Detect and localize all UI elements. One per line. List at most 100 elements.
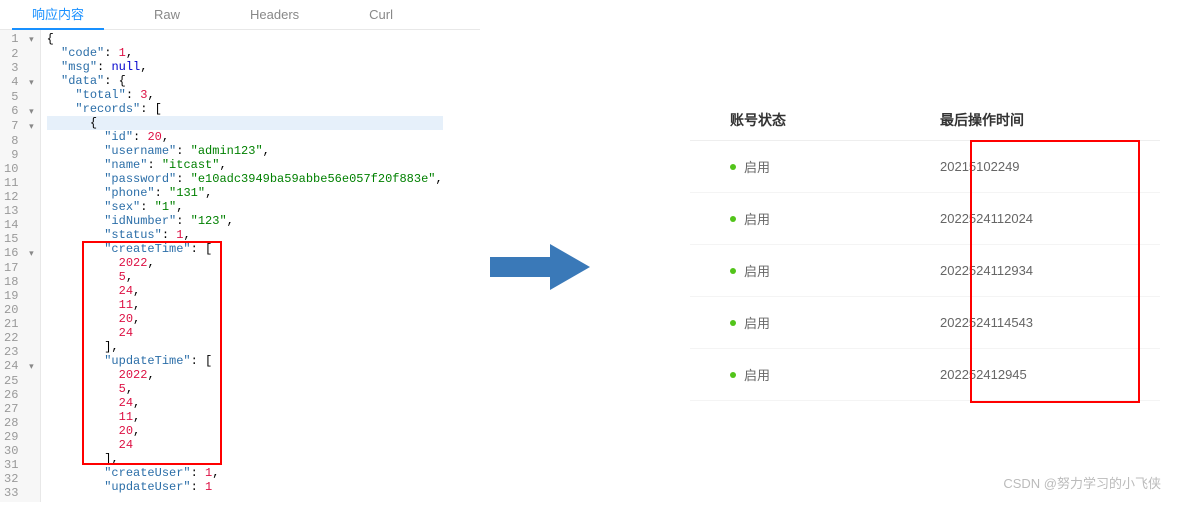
status-label: 启用: [744, 365, 770, 384]
status-dot-icon: [730, 164, 736, 170]
csdn-watermark: CSDN @努力学习的小飞侠: [1003, 473, 1161, 492]
code-line: "updateTime": [: [47, 354, 443, 368]
status-dot-icon: [730, 268, 736, 274]
json-viewer: 1 ▾2 3 4 ▾5 6 ▾7 ▾8 9 10 11 12 13 14 15 …: [0, 30, 480, 502]
code-line: "name": "itcast",: [47, 158, 443, 172]
code-line: 5,: [47, 382, 443, 396]
code-line: "phone": "131",: [47, 186, 443, 200]
cell-status: 启用: [690, 313, 930, 332]
status-label: 启用: [744, 313, 770, 332]
line-number: 10: [4, 162, 34, 176]
tab-curl[interactable]: Curl: [349, 7, 413, 22]
line-number: 23: [4, 345, 34, 359]
line-number: 26: [4, 388, 34, 402]
cell-time: 2022524114543: [930, 315, 1160, 330]
status-label: 启用: [744, 157, 770, 176]
code-line: "code": 1,: [47, 46, 443, 60]
line-number: 12: [4, 190, 34, 204]
code-line: "msg": null,: [47, 60, 443, 74]
json-code[interactable]: { "code": 1, "msg": null, "data": { "tot…: [41, 30, 443, 502]
result-table-panel: 账号状态 最后操作时间 启用 20215102249 启用 2022524112…: [690, 100, 1160, 401]
table-header: 账号状态 最后操作时间: [690, 100, 1160, 141]
cell-status: 启用: [690, 261, 930, 280]
code-line: 24,: [47, 396, 443, 410]
line-number: 6 ▾: [4, 104, 34, 119]
line-number: 4 ▾: [4, 75, 34, 90]
code-line: 11,: [47, 298, 443, 312]
line-number: 1 ▾: [4, 32, 34, 47]
line-number: 25: [4, 374, 34, 388]
code-line: 20,: [47, 312, 443, 326]
table-row[interactable]: 启用 20215102249: [690, 141, 1160, 193]
status-dot-icon: [730, 320, 736, 326]
code-line: 20,: [47, 424, 443, 438]
line-number: 17: [4, 261, 34, 275]
result-table: 账号状态 最后操作时间 启用 20215102249 启用 2022524112…: [690, 100, 1160, 401]
line-number: 3: [4, 61, 34, 75]
code-line: "id": 20,: [47, 130, 443, 144]
line-number: 7 ▾: [4, 119, 34, 134]
code-line: {: [47, 32, 443, 46]
code-line: "username": "admin123",: [47, 144, 443, 158]
code-line: "createTime": [: [47, 242, 443, 256]
line-number: 28: [4, 416, 34, 430]
code-line: ],: [47, 340, 443, 354]
code-line: "createUser": 1,: [47, 466, 443, 480]
code-line: "sex": "1",: [47, 200, 443, 214]
line-number: 33: [4, 486, 34, 500]
code-line: 24: [47, 438, 443, 452]
tab-headers[interactable]: Headers: [230, 7, 319, 22]
response-panel: 响应内容 Raw Headers Curl 1 ▾2 3 4 ▾5 6 ▾7 ▾…: [0, 0, 480, 480]
cell-time: 202252412945: [930, 367, 1160, 382]
tab-response-body[interactable]: 响应内容: [12, 0, 104, 30]
code-line: "password": "e10adc3949ba59abbe56e057f20…: [47, 172, 443, 186]
status-dot-icon: [730, 216, 736, 222]
table-row[interactable]: 启用 202252412945: [690, 349, 1160, 401]
status-label: 启用: [744, 261, 770, 280]
line-number: 29: [4, 430, 34, 444]
code-line: "updateUser": 1: [47, 480, 443, 494]
code-line: 11,: [47, 410, 443, 424]
code-line: "status": 1,: [47, 228, 443, 242]
code-line: "total": 3,: [47, 88, 443, 102]
code-line: 24,: [47, 284, 443, 298]
cell-time: 20215102249: [930, 159, 1160, 174]
table-row[interactable]: 启用 2022524112934: [690, 245, 1160, 297]
line-number: 21: [4, 317, 34, 331]
line-number: 18: [4, 275, 34, 289]
line-number: 9: [4, 148, 34, 162]
line-number: 19: [4, 289, 34, 303]
column-header-status: 账号状态: [690, 110, 930, 130]
code-line: {: [47, 116, 443, 130]
line-number: 32: [4, 472, 34, 486]
arrow-icon: [490, 244, 590, 290]
line-number: 20: [4, 303, 34, 317]
line-number: 11: [4, 176, 34, 190]
line-number: 30: [4, 444, 34, 458]
line-number: 5: [4, 90, 34, 104]
code-line: "idNumber": "123",: [47, 214, 443, 228]
code-line: 2022,: [47, 368, 443, 382]
line-number: 13: [4, 204, 34, 218]
table-row[interactable]: 启用 2022524114543: [690, 297, 1160, 349]
code-line: ],: [47, 452, 443, 466]
line-number: 8: [4, 134, 34, 148]
line-number: 14: [4, 218, 34, 232]
code-line: "data": {: [47, 74, 443, 88]
table-row[interactable]: 启用 2022524112024: [690, 193, 1160, 245]
cell-status: 启用: [690, 209, 930, 228]
cell-time: 2022524112024: [930, 211, 1160, 226]
code-line: 5,: [47, 270, 443, 284]
code-line: 24: [47, 326, 443, 340]
line-number: 22: [4, 331, 34, 345]
code-line: "records": [: [47, 102, 443, 116]
line-gutter: 1 ▾2 3 4 ▾5 6 ▾7 ▾8 9 10 11 12 13 14 15 …: [0, 30, 41, 502]
line-number: 24 ▾: [4, 359, 34, 374]
line-number: 16 ▾: [4, 246, 34, 261]
line-number: 27: [4, 402, 34, 416]
line-number: 31: [4, 458, 34, 472]
cell-status: 启用: [690, 157, 930, 176]
column-header-time: 最后操作时间: [930, 110, 1160, 130]
tab-raw[interactable]: Raw: [134, 7, 200, 22]
line-number: 2: [4, 47, 34, 61]
